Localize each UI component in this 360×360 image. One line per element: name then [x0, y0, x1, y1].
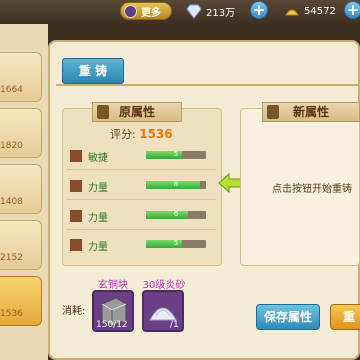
gold-ingot-icon: [285, 9, 299, 16]
attribute-value: 5: [173, 240, 179, 247]
add-gold-button[interactable]: +: [344, 1, 360, 19]
equipment-list: 1664 1820 1408 2152 1536: [0, 24, 48, 360]
row-divider: [66, 229, 216, 230]
diamond-value: 213万: [206, 7, 236, 19]
list-item[interactable]: 2152: [0, 220, 42, 270]
attribute-name: 敏捷: [88, 153, 108, 164]
attribute-value: 6: [173, 211, 179, 218]
attribute-gem-icon: [70, 180, 82, 192]
attribute-bar: 8: [146, 181, 206, 189]
attribute-value: 8: [173, 181, 179, 188]
reforge-button[interactable]: 重: [330, 304, 360, 330]
score-label: 评分:: [110, 128, 136, 141]
attribute-row: 力量 8: [66, 176, 216, 196]
list-item[interactable]: 1408: [0, 164, 42, 214]
item-score: 1536: [0, 309, 23, 319]
ribbon-clasp-icon: [97, 105, 109, 119]
diamond-resource: 213万: [186, 3, 235, 19]
save-attributes-button[interactable]: 保存属性: [256, 304, 320, 330]
attribute-name: 力量: [88, 213, 108, 224]
reforge-hint: 点击按钮开始重铸: [272, 184, 352, 195]
item-score: 1408: [0, 197, 23, 207]
attribute-bar: 6: [146, 211, 206, 219]
new-attributes-title: 新属性: [292, 105, 329, 119]
ribbon-clasp-icon: [267, 105, 279, 119]
attribute-bar: 5: [146, 240, 206, 248]
attribute-row: 力量 5: [66, 235, 216, 255]
attribute-row: 力量 6: [66, 206, 216, 226]
material-name: 玄铜块: [98, 280, 128, 291]
attribute-name: 力量: [88, 242, 108, 253]
material-quantity: /1: [170, 320, 179, 330]
material-name: 30级炎砂: [142, 280, 186, 291]
more-button[interactable]: 更多: [120, 2, 172, 20]
material-quantity: 150/12: [96, 320, 128, 330]
consume-label: 消耗:: [62, 306, 86, 317]
attribute-gem-icon: [70, 150, 82, 162]
tab-divider: [56, 84, 360, 86]
item-score: 1820: [0, 141, 23, 151]
row-divider: [66, 169, 216, 170]
item-score: 2152: [0, 253, 23, 263]
more-label: 更多: [141, 7, 161, 19]
top-resource-bar: 更多 213万 + 54572 +: [0, 0, 360, 24]
gold-resource: 54572: [284, 3, 336, 19]
add-diamond-button[interactable]: +: [250, 1, 268, 19]
attribute-bar: 5: [146, 151, 206, 159]
score-value: 1536: [139, 127, 173, 141]
item-score: 1664: [0, 85, 23, 95]
attribute-row: 敏捷 5: [66, 146, 216, 166]
list-item-selected[interactable]: 1536: [0, 276, 42, 326]
attribute-gem-icon: [70, 239, 82, 251]
attribute-gem-icon: [70, 210, 82, 222]
list-item[interactable]: 1664: [0, 52, 42, 102]
attribute-value: 5: [173, 151, 179, 158]
score: 评分: 1536: [110, 126, 173, 142]
attribute-name: 力量: [88, 183, 108, 194]
tab-reforge[interactable]: 重 铸: [62, 58, 124, 84]
new-attributes-header: 新属性: [262, 102, 360, 122]
list-item[interactable]: 1820: [0, 108, 42, 158]
original-attributes-header: 原属性: [92, 102, 182, 122]
row-divider: [66, 199, 216, 200]
menu-orb-icon: [124, 4, 137, 18]
diamond-icon: [186, 4, 202, 19]
original-attributes-title: 原属性: [118, 105, 155, 119]
gold-value: 54572: [304, 5, 336, 17]
